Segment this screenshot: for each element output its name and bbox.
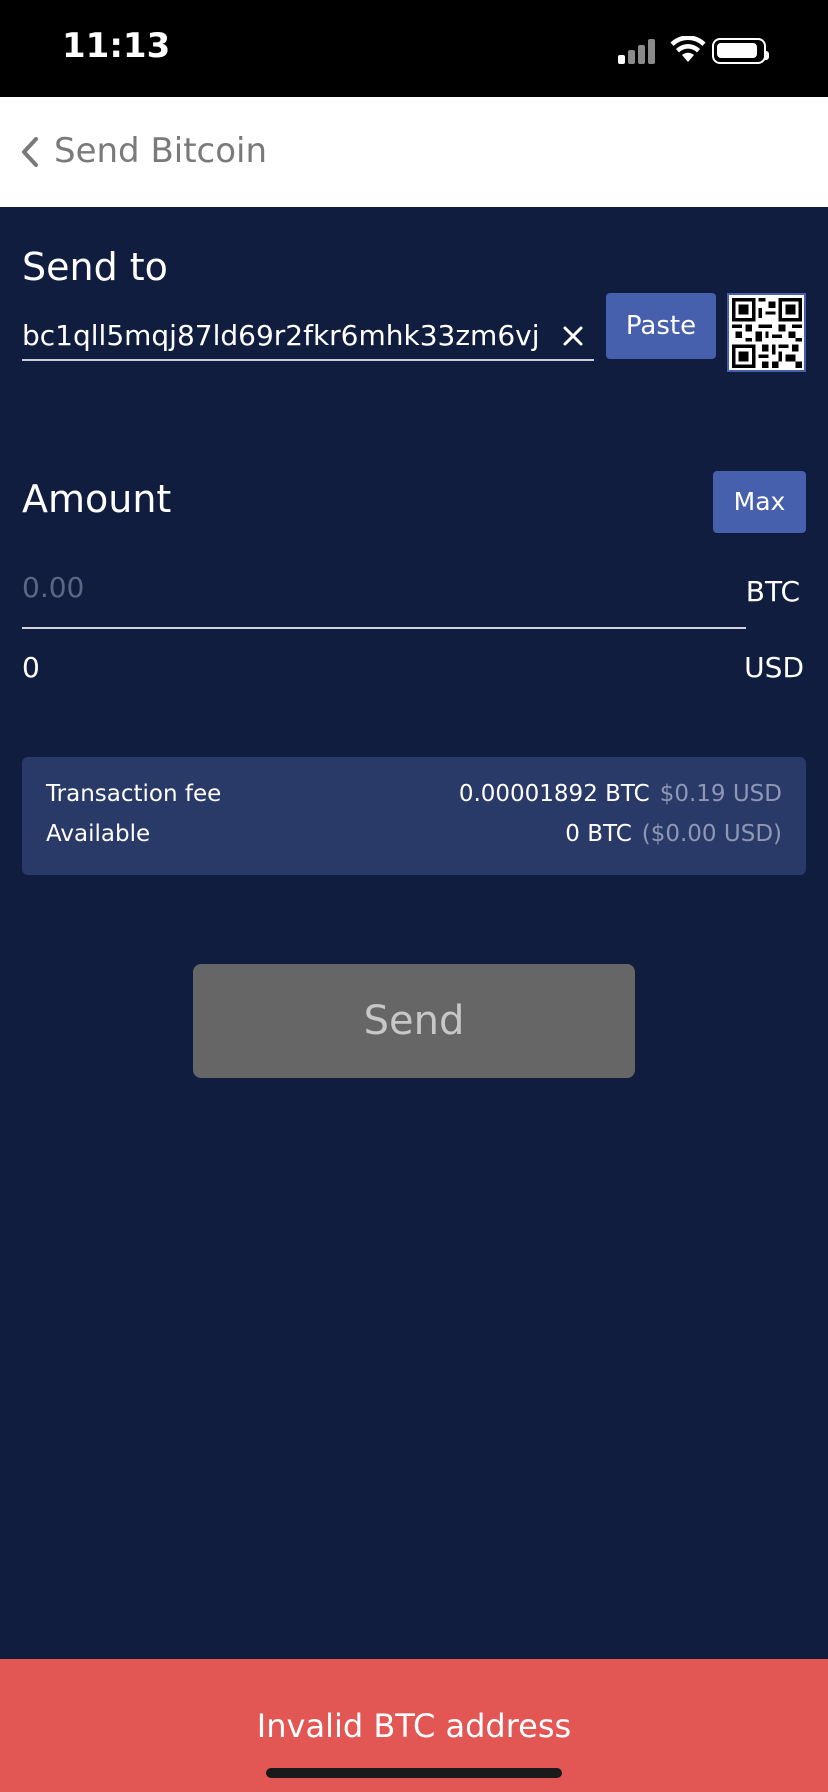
- status-time: 11:13: [62, 26, 171, 66]
- available-label: Available: [46, 821, 151, 847]
- qr-code-icon: [732, 298, 802, 368]
- send-button[interactable]: Send: [193, 964, 635, 1078]
- nav-bar: Send Bitcoin: [0, 97, 828, 207]
- address-value[interactable]: bc1qll5mqj87ld69r2fkr6mhk33zm6vj...: [22, 319, 542, 352]
- status-bar: 11:13: [0, 0, 828, 97]
- home-indicator[interactable]: [266, 1768, 562, 1778]
- transaction-fee-label: Transaction fee: [46, 781, 222, 807]
- address-input[interactable]: bc1qll5mqj87ld69r2fkr6mhk33zm6vj...: [22, 313, 594, 361]
- max-button[interactable]: Max: [713, 471, 806, 533]
- btc-unit-label: BTC: [745, 575, 800, 608]
- available-row: Available 0 BTC ($0.00 USD): [46, 821, 782, 855]
- transaction-fee-usd: $0.19 USD: [659, 781, 782, 807]
- transaction-fee-row: Transaction fee 0.00001892 BTC $0.19 USD: [46, 781, 782, 815]
- chevron-left-icon[interactable]: [16, 135, 46, 169]
- error-message: Invalid BTC address: [256, 1707, 572, 1745]
- usd-unit-label: USD: [744, 651, 804, 684]
- close-icon[interactable]: [560, 323, 586, 349]
- amount-label: Amount: [22, 477, 172, 521]
- usd-value: 0: [22, 651, 40, 684]
- error-banner: Invalid BTC address: [0, 1659, 828, 1792]
- cellular-signal-icon: [618, 38, 658, 64]
- page-title: Send Bitcoin: [54, 131, 268, 171]
- transaction-fee-btc: 0.00001892 BTC: [458, 781, 650, 807]
- send-form: Send to bc1qll5mqj87ld69r2fkr6mhk33zm6vj…: [0, 207, 828, 1659]
- paste-button[interactable]: Paste: [606, 293, 716, 359]
- amount-input[interactable]: [22, 557, 746, 629]
- qr-code-scan-button[interactable]: [727, 293, 806, 372]
- available-usd: ($0.00 USD): [641, 821, 782, 847]
- send-to-label: Send to: [22, 245, 168, 289]
- wifi-icon: [670, 36, 706, 62]
- fee-summary-panel: Transaction fee 0.00001892 BTC $0.19 USD …: [22, 757, 806, 875]
- battery-icon: [712, 38, 769, 64]
- available-btc: 0 BTC: [565, 821, 632, 847]
